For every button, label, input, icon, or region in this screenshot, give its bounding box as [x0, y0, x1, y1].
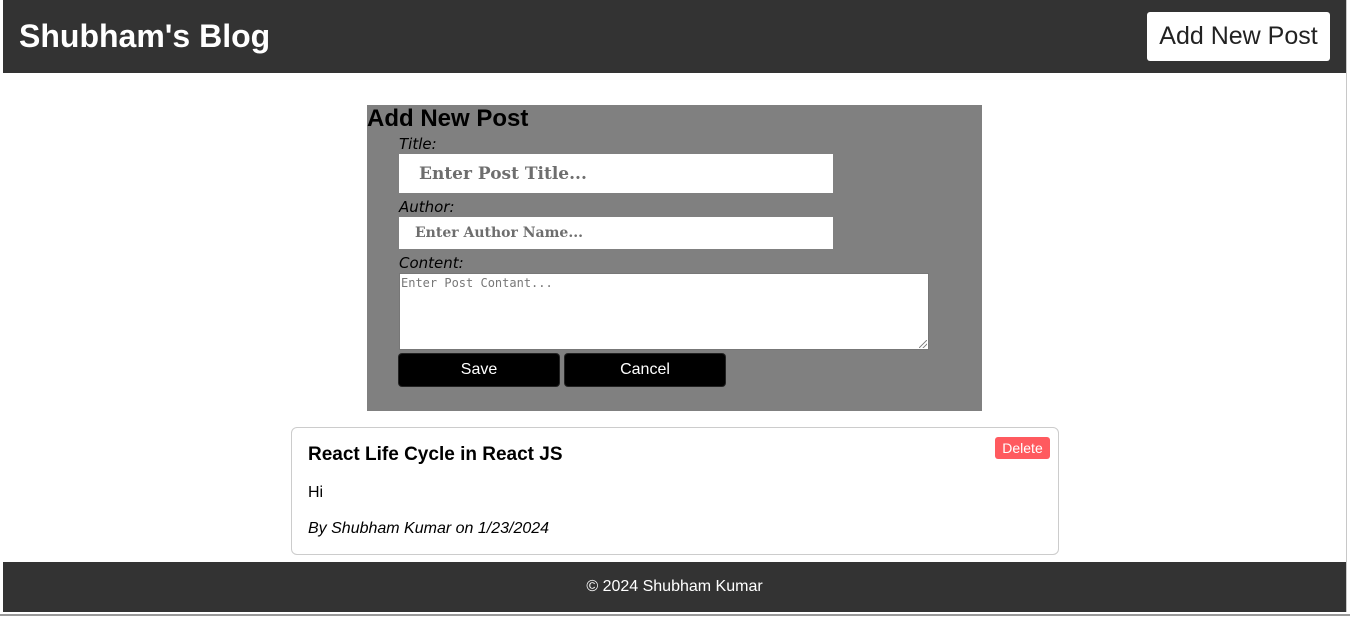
save-button[interactable]: Save	[399, 354, 559, 386]
site-header: Shubham's Blog Add New Post	[3, 0, 1346, 73]
resize-grip-icon[interactable]	[919, 340, 927, 348]
cancel-button[interactable]: Cancel	[565, 354, 725, 386]
author-input[interactable]	[399, 217, 833, 249]
title-input[interactable]	[399, 154, 833, 193]
window-edge-bottom	[0, 614, 1350, 616]
window-edge	[1346, 0, 1347, 612]
content-textarea[interactable]	[399, 273, 929, 350]
site-title: Shubham's Blog	[19, 18, 271, 54]
post-title: React Life Cycle in React JS	[308, 444, 563, 465]
content-label: Content:	[399, 254, 464, 272]
post-content: Hi	[308, 484, 324, 501]
title-label: Title:	[399, 135, 437, 153]
author-label: Author:	[399, 198, 455, 216]
site-footer: © 2024 Shubham Kumar	[3, 562, 1346, 612]
post-meta: By Shubham Kumar on 1/23/2024	[308, 520, 550, 537]
footer-copyright: © 2024 Shubham Kumar	[586, 578, 763, 595]
delete-button[interactable]: Delete	[995, 437, 1050, 459]
form-heading: Add New Post	[367, 105, 529, 132]
add-new-post-button[interactable]: Add New Post	[1147, 12, 1330, 61]
post-card: React Life Cycle in React JS Hi By Shubh…	[291, 427, 1059, 555]
add-post-form: Add New Post Title: Author: Content: Sav…	[367, 105, 982, 411]
